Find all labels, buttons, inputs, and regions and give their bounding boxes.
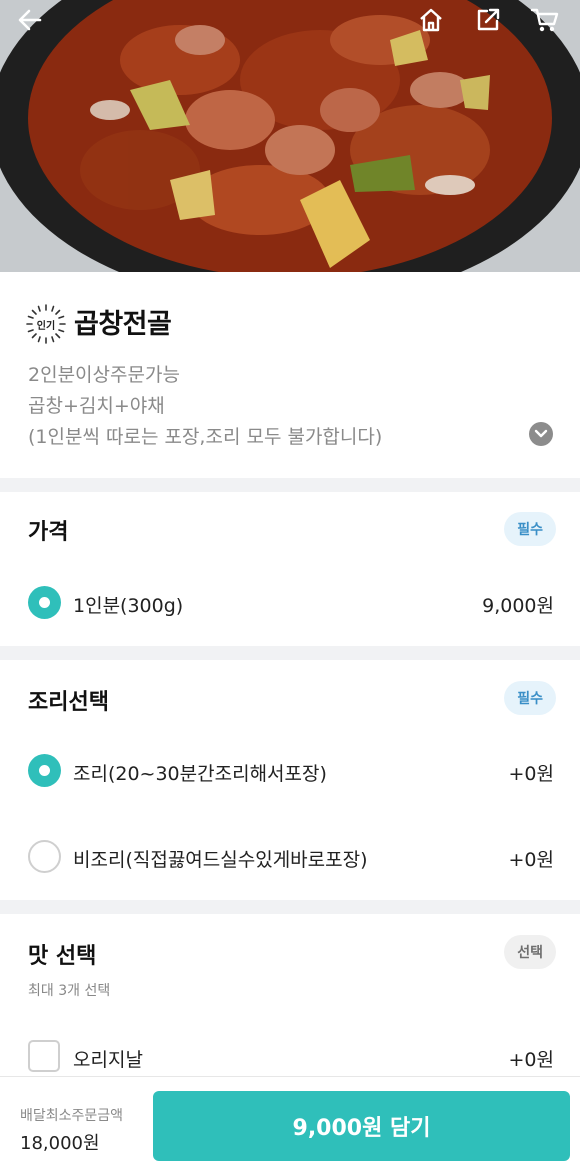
- badge-label: 인기: [36, 321, 56, 332]
- back-arrow-icon[interactable]: [16, 6, 52, 42]
- option-label: 오리지날: [73, 1049, 143, 1071]
- section-title: 맛 선택: [28, 944, 97, 969]
- expand-description-button[interactable]: [529, 422, 553, 446]
- cook-option-section: 조리선택 필수 조리(20~30분간조리해서포장) +0원 비조리(직접끓여드실…: [0, 660, 580, 900]
- option-label: 조리(20~30분간조리해서포장): [73, 763, 327, 785]
- option-price: +0원: [508, 1049, 555, 1071]
- radio-selected[interactable]: [28, 586, 61, 619]
- product-desc-line3: (1인분씩 따로는 포장,조리 모두 불가합니다): [28, 426, 383, 448]
- required-tag: 필수: [504, 512, 556, 546]
- product-title: 곱창전골: [74, 309, 172, 340]
- option-row[interactable]: 1인분(300g) 9,000원: [0, 580, 580, 626]
- min-order-value: 18,000원: [20, 1133, 100, 1154]
- taste-option-section: 맛 선택 선택 최대 3개 선택 오리지날 +0원: [0, 914, 580, 1076]
- checkbox[interactable]: [28, 1040, 60, 1072]
- option-row[interactable]: 비조리(직접끓여드실수있게바로포장) +0원: [0, 834, 580, 880]
- option-label: 1인분(300g): [73, 595, 184, 617]
- option-row[interactable]: 오리지날 +0원: [0, 1034, 580, 1080]
- radio-unselected[interactable]: [28, 840, 61, 873]
- option-price: +0원: [508, 763, 555, 785]
- top-bar: [0, 0, 580, 48]
- product-photo: [0, 0, 580, 272]
- divider: [0, 646, 580, 660]
- chevron-down-icon: [534, 429, 548, 438]
- price-section: 가격 필수 1인분(300g) 9,000원: [0, 492, 580, 646]
- product-desc-line2: 곱창+김치+야채: [28, 395, 165, 417]
- share-icon[interactable]: [474, 6, 510, 42]
- option-price: +0원: [508, 849, 555, 871]
- section-title: 조리선택: [28, 690, 109, 715]
- product-info: 인기 곱창전골 2인분이상주문가능 곱창+김치+야채 (1인분씩 따로는 포장,…: [0, 272, 580, 478]
- add-to-cart-button[interactable]: 9,000원 담기: [153, 1091, 570, 1161]
- cart-icon[interactable]: [530, 6, 566, 42]
- popular-badge: 인기: [26, 304, 66, 344]
- section-subtitle: 최대 3개 선택: [28, 983, 111, 999]
- option-row[interactable]: 조리(20~30분간조리해서포장) +0원: [0, 748, 580, 794]
- option-label: 비조리(직접끓여드실수있게바로포장): [73, 849, 368, 871]
- min-order-label: 배달최소주문금액: [20, 1108, 124, 1124]
- product-desc-line1: 2인분이상주문가능: [28, 364, 180, 386]
- radio-selected[interactable]: [28, 754, 61, 787]
- bottom-bar: 배달최소주문금액 18,000원 9,000원 담기: [0, 1076, 580, 1168]
- section-title: 가격: [28, 520, 69, 545]
- divider: [0, 900, 580, 914]
- required-tag: 필수: [504, 681, 556, 715]
- divider: [0, 478, 580, 492]
- home-icon[interactable]: [417, 6, 453, 42]
- option-price: 9,000원: [482, 595, 554, 617]
- optional-tag: 선택: [504, 935, 556, 969]
